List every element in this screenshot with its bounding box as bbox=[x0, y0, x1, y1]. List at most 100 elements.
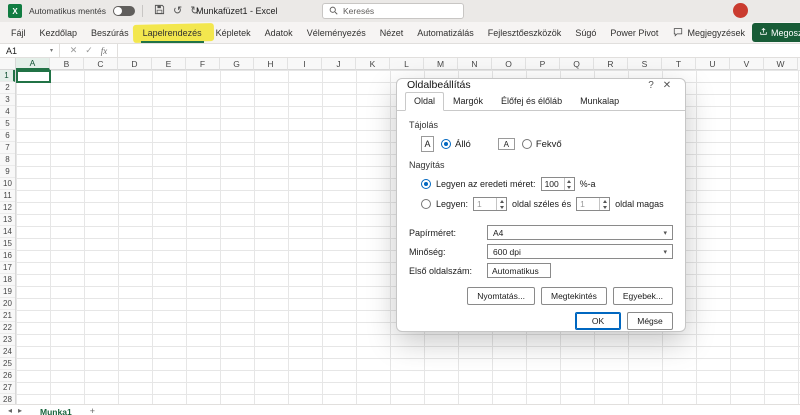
column-header-e[interactable]: E bbox=[152, 58, 186, 70]
ribbon-tab-lapelrendezes[interactable]: Lapelrendezés bbox=[136, 22, 209, 43]
comments-button[interactable]: Megjegyzések bbox=[666, 25, 752, 41]
column-header-u[interactable]: U bbox=[696, 58, 730, 70]
help-icon[interactable]: ? bbox=[643, 80, 659, 91]
formula-input[interactable] bbox=[118, 44, 800, 57]
row-header-25[interactable]: 25 bbox=[0, 358, 15, 370]
column-header-n[interactable]: N bbox=[458, 58, 492, 70]
ribbon-tab-nezet[interactable]: Nézet bbox=[373, 22, 411, 43]
column-header-j[interactable]: J bbox=[322, 58, 356, 70]
paper-size-select[interactable]: A4 ▾ bbox=[487, 225, 673, 240]
column-header-h[interactable]: H bbox=[254, 58, 288, 70]
sheet-nav-left-icon[interactable]: ◂ bbox=[8, 406, 12, 415]
cancel-icon[interactable]: ✕ bbox=[70, 45, 78, 56]
sheet-nav-right-icon[interactable]: ▸ bbox=[18, 406, 22, 415]
column-header-s[interactable]: S bbox=[628, 58, 662, 70]
row-header-21[interactable]: 21 bbox=[0, 310, 15, 322]
landscape-radio[interactable]: Fekvő bbox=[521, 139, 562, 150]
ribbon-tab-adatok[interactable]: Adatok bbox=[258, 22, 300, 43]
ribbon-tab-fajl[interactable]: Fájl bbox=[4, 22, 33, 43]
row-header-2[interactable]: 2 bbox=[0, 82, 15, 94]
cancel-button[interactable]: Mégse bbox=[627, 312, 673, 330]
row-header-5[interactable]: 5 bbox=[0, 118, 15, 130]
autosave-toggle[interactable] bbox=[113, 6, 136, 16]
dialog-tab-oldal[interactable]: Oldal bbox=[405, 92, 445, 111]
spin-down-icon[interactable] bbox=[565, 184, 574, 190]
fit-tall-stepper[interactable]: 1 bbox=[576, 197, 611, 211]
insert-function-icon[interactable]: fx bbox=[101, 46, 108, 56]
adjust-percent-stepper[interactable]: 100 bbox=[540, 177, 575, 191]
column-header-f[interactable]: F bbox=[186, 58, 220, 70]
column-header-b[interactable]: B bbox=[50, 58, 84, 70]
column-header-d[interactable]: D bbox=[118, 58, 152, 70]
column-header-c[interactable]: C bbox=[84, 58, 118, 70]
column-header-r[interactable]: R bbox=[594, 58, 628, 70]
column-header-a[interactable]: A bbox=[16, 58, 50, 70]
spin-down-icon[interactable] bbox=[600, 204, 609, 210]
first-page-input[interactable]: Automatikus bbox=[487, 263, 551, 278]
column-header-q[interactable]: Q bbox=[560, 58, 594, 70]
row-header-13[interactable]: 13 bbox=[0, 214, 15, 226]
row-header-4[interactable]: 4 bbox=[0, 106, 15, 118]
share-button[interactable]: Megosztás bbox=[752, 23, 800, 42]
row-header-3[interactable]: 3 bbox=[0, 94, 15, 106]
print-button[interactable]: Nyomtatás... bbox=[467, 287, 535, 305]
adjust-radio[interactable] bbox=[421, 179, 431, 189]
ribbon-tab-velemenyezes[interactable]: Véleményezés bbox=[300, 22, 373, 43]
add-sheet-icon[interactable]: + bbox=[90, 406, 95, 415]
row-header-23[interactable]: 23 bbox=[0, 334, 15, 346]
dialog-tab-elofej-es-elolab[interactable]: Élőfej és élőláb bbox=[492, 92, 571, 111]
row-header-20[interactable]: 20 bbox=[0, 298, 15, 310]
row-header-19[interactable]: 19 bbox=[0, 286, 15, 298]
row-header-18[interactable]: 18 bbox=[0, 274, 15, 286]
column-header-l[interactable]: L bbox=[390, 58, 424, 70]
row-header-9[interactable]: 9 bbox=[0, 166, 15, 178]
row-header-10[interactable]: 10 bbox=[0, 178, 15, 190]
spin-down-icon[interactable] bbox=[497, 204, 506, 210]
row-header-14[interactable]: 14 bbox=[0, 226, 15, 238]
row-header-15[interactable]: 15 bbox=[0, 238, 15, 250]
fit-radio[interactable] bbox=[421, 199, 431, 209]
ribbon-tab-sugo[interactable]: Súgó bbox=[568, 22, 603, 43]
search-input[interactable]: Keresés bbox=[322, 3, 464, 19]
options-button[interactable]: Egyebek... bbox=[612, 287, 673, 305]
dialog-tab-margok[interactable]: Margók bbox=[444, 92, 492, 111]
enter-icon[interactable]: ✓ bbox=[85, 45, 93, 56]
row-header-1[interactable]: 1 bbox=[0, 70, 15, 82]
row-header-26[interactable]: 26 bbox=[0, 370, 15, 382]
undo-icon[interactable]: ↺ bbox=[173, 5, 182, 17]
ribbon-tab-beszuras[interactable]: Beszúrás bbox=[84, 22, 136, 43]
column-header-p[interactable]: P bbox=[526, 58, 560, 70]
save-icon[interactable] bbox=[154, 2, 165, 20]
fit-wide-stepper[interactable]: 1 bbox=[473, 197, 508, 211]
ribbon-tab-kezdolap[interactable]: Kezdőlap bbox=[33, 22, 85, 43]
preview-button[interactable]: Megtekintés bbox=[540, 287, 607, 305]
ribbon-tab-automatizalas[interactable]: Automatizálás bbox=[410, 22, 481, 43]
select-all-corner[interactable] bbox=[0, 58, 16, 70]
active-cell-selection[interactable] bbox=[16, 70, 51, 83]
row-header-12[interactable]: 12 bbox=[0, 202, 15, 214]
ribbon-tab-fejlesztoeszkozok[interactable]: Fejlesztőeszközök bbox=[481, 22, 569, 43]
column-header-m[interactable]: M bbox=[424, 58, 458, 70]
ribbon-tab-power-pivot[interactable]: Power Pivot bbox=[603, 22, 665, 43]
column-header-k[interactable]: K bbox=[356, 58, 390, 70]
row-header-6[interactable]: 6 bbox=[0, 130, 15, 142]
excel-app-icon[interactable]: X bbox=[8, 4, 22, 18]
row-header-7[interactable]: 7 bbox=[0, 142, 15, 154]
column-header-o[interactable]: O bbox=[492, 58, 526, 70]
close-icon[interactable]: ✕ bbox=[659, 80, 675, 91]
row-header-17[interactable]: 17 bbox=[0, 262, 15, 274]
column-header-i[interactable]: I bbox=[288, 58, 322, 70]
row-header-16[interactable]: 16 bbox=[0, 250, 15, 262]
row-header-22[interactable]: 22 bbox=[0, 322, 15, 334]
quality-select[interactable]: 600 dpi ▾ bbox=[487, 244, 673, 259]
row-header-8[interactable]: 8 bbox=[0, 154, 15, 166]
dialog-tab-munkalap[interactable]: Munkalap bbox=[571, 92, 628, 111]
ok-button[interactable]: OK bbox=[575, 312, 621, 330]
column-header-t[interactable]: T bbox=[662, 58, 696, 70]
account-avatar[interactable] bbox=[733, 3, 748, 18]
row-header-11[interactable]: 11 bbox=[0, 190, 15, 202]
row-header-27[interactable]: 27 bbox=[0, 382, 15, 394]
name-box[interactable]: A1 ▾ bbox=[0, 44, 60, 57]
column-header-g[interactable]: G bbox=[220, 58, 254, 70]
column-header-v[interactable]: V bbox=[730, 58, 764, 70]
